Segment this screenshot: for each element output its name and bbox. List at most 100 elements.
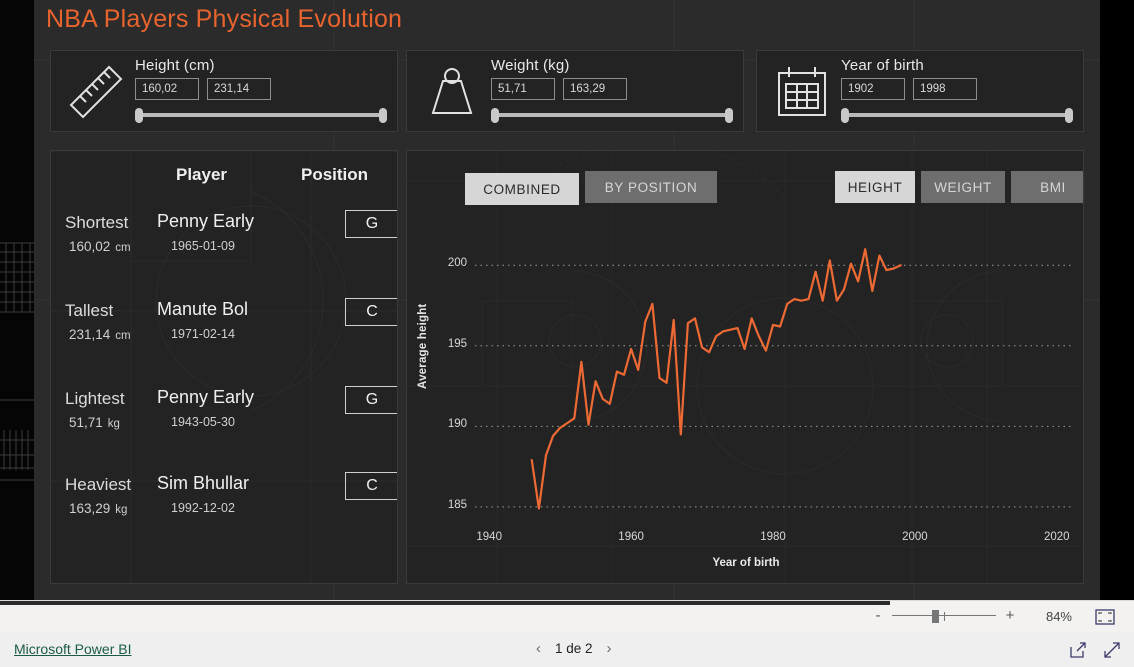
y-tick-label: 200 — [447, 257, 467, 270]
records-header-player: Player — [176, 165, 228, 184]
height-range-slider[interactable] — [135, 108, 387, 123]
record-row-shortest[interactable]: Shortest 160,02 cm Penny Early 1965-01-09… — [51, 210, 397, 301]
filter-card-weight[interactable]: Weight (kg) 51,71 163,29 — [406, 50, 744, 132]
record-player-name: Penny Early — [157, 211, 255, 231]
slider-handle-max[interactable] — [379, 108, 387, 123]
record-value: 51,71 — [69, 415, 103, 430]
record-value-wrapper: 231,14 cm — [69, 327, 131, 342]
filter-card-year-of-birth[interactable]: Year of birth 1902 1998 — [756, 50, 1084, 132]
tab-bmi[interactable]: BMI — [1011, 171, 1083, 203]
fit-to-page-icon[interactable] — [1094, 608, 1116, 626]
record-position-badge: C — [345, 472, 397, 500]
page-indicator: 1 de 2 — [555, 641, 593, 656]
y-tick-label: 185 — [447, 498, 467, 511]
record-birth-date: 1965-01-09 — [171, 239, 235, 253]
x-axis-label: Year of birth — [712, 557, 780, 569]
zoom-out-button[interactable]: - — [872, 607, 884, 624]
left-bleed-graphic — [0, 0, 34, 600]
chart-panel: COMBINED BY POSITION HEIGHT WEIGHT BMI A… — [406, 150, 1084, 584]
chart-gridlines — [475, 264, 1071, 508]
record-player-name: Sim Bhullar — [157, 473, 250, 493]
x-tick-label: 1940 — [476, 531, 502, 543]
y-tick-label: 195 — [447, 337, 467, 350]
record-label: Tallest — [65, 301, 114, 320]
weight-range-slider[interactable] — [491, 108, 733, 123]
calendar-icon — [778, 67, 826, 116]
x-tick-label: 2020 — [1044, 531, 1070, 543]
slider-handle-min[interactable] — [841, 108, 849, 123]
series-line-average-height — [530, 248, 902, 510]
year-min-input[interactable]: 1902 — [841, 78, 905, 100]
zoom-control[interactable]: - + — [872, 607, 1016, 624]
y-tick-label: 190 — [447, 418, 467, 431]
slider-bar — [496, 113, 728, 117]
share-icon[interactable] — [1068, 640, 1088, 660]
record-value: 163,29 — [69, 501, 111, 516]
filter-title-height: Height (cm) — [135, 57, 215, 74]
zoom-slider-handle[interactable] — [932, 609, 939, 623]
slider-handle-max[interactable] — [725, 108, 733, 123]
report-footer: Microsoft Power BI ‹ 1 de 2 › — [0, 632, 1134, 667]
status-bar: - + 84% — [0, 600, 1134, 632]
height-min-input[interactable]: 160,02 — [135, 78, 199, 100]
record-value-wrapper: 160,02 cm — [69, 239, 131, 254]
slider-handle-min[interactable] — [135, 108, 143, 123]
chevron-right-icon[interactable]: › — [607, 640, 612, 657]
weight-min-input[interactable]: 51,71 — [491, 78, 555, 100]
record-birth-date: 1943-05-30 — [171, 415, 235, 429]
weight-max-input[interactable]: 163,29 — [563, 78, 627, 100]
tab-height[interactable]: HEIGHT — [835, 171, 915, 203]
record-position-badge: G — [345, 386, 397, 414]
record-birth-date: 1971-02-14 — [171, 327, 235, 341]
x-tick-label: 2000 — [902, 531, 928, 543]
zoom-slider[interactable] — [892, 609, 996, 623]
tab-combined[interactable]: COMBINED — [465, 173, 579, 205]
record-label: Lightest — [65, 389, 125, 408]
ruler-icon — [69, 65, 123, 119]
report-canvas: NBA Players Physical Evolution Height (c… — [0, 0, 1134, 600]
record-player-name: Manute Bol — [157, 299, 249, 319]
tab-weight[interactable]: WEIGHT — [921, 171, 1005, 203]
record-value: 231,14 — [69, 327, 111, 342]
record-position-badge: C — [345, 298, 397, 326]
record-position-badge: G — [345, 210, 397, 238]
record-unit: cm — [115, 330, 131, 342]
right-bleed — [1100, 0, 1134, 600]
record-label: Shortest — [65, 213, 129, 232]
records-panel: Player Position Shortest 160,02 cm Penny … — [50, 150, 398, 584]
tab-by-position[interactable]: BY POSITION — [585, 171, 717, 203]
chevron-left-icon[interactable]: ‹ — [536, 640, 541, 657]
slider-bar — [846, 113, 1068, 117]
record-unit: kg — [115, 504, 128, 516]
record-row-tallest[interactable]: Tallest 231,14 cm Manute Bol 1971-02-14 C — [51, 298, 397, 389]
report-page: NBA Players Physical Evolution Height (c… — [34, 0, 1100, 600]
slider-bar — [140, 113, 382, 117]
filter-title-weight: Weight (kg) — [491, 57, 570, 74]
year-range-slider[interactable] — [841, 108, 1073, 123]
record-value-wrapper: 51,71 kg — [69, 415, 120, 430]
record-unit: cm — [115, 242, 131, 254]
zoom-slider-tick — [944, 611, 945, 621]
court-blueprint-left-icon — [0, 242, 34, 481]
zoom-in-button[interactable]: + — [1004, 607, 1016, 624]
weight-icon — [431, 68, 473, 114]
microsoft-power-bi-link[interactable]: Microsoft Power BI — [14, 641, 131, 657]
page-navigation[interactable]: ‹ 1 de 2 › — [536, 640, 612, 657]
height-max-input[interactable]: 231,14 — [207, 78, 271, 100]
record-row-lightest[interactable]: Lightest 51,71 kg Penny Early 1943-05-30 … — [51, 386, 397, 477]
line-chart[interactable]: Average height Year of birth 185 190 195 20… — [407, 211, 1083, 583]
record-birth-date: 1992-12-02 — [171, 501, 235, 515]
x-tick-label: 1960 — [618, 531, 644, 543]
filter-title-year: Year of birth — [841, 57, 924, 74]
chart-plot-area — [475, 248, 1071, 510]
record-row-heaviest[interactable]: Heaviest 163,29 kg Sim Bhullar 1992-12-02… — [51, 472, 397, 563]
slider-handle-max[interactable] — [1065, 108, 1073, 123]
record-label: Heaviest — [65, 475, 132, 494]
filter-card-height[interactable]: Height (cm) 160,02 231,14 — [50, 50, 398, 132]
slider-handle-min[interactable] — [491, 108, 499, 123]
x-tick-label: 1980 — [760, 531, 786, 543]
year-max-input[interactable]: 1998 — [913, 78, 977, 100]
records-header-position: Position — [301, 165, 369, 184]
fullscreen-icon[interactable] — [1102, 640, 1122, 660]
record-value-wrapper: 163,29 kg — [69, 501, 127, 516]
